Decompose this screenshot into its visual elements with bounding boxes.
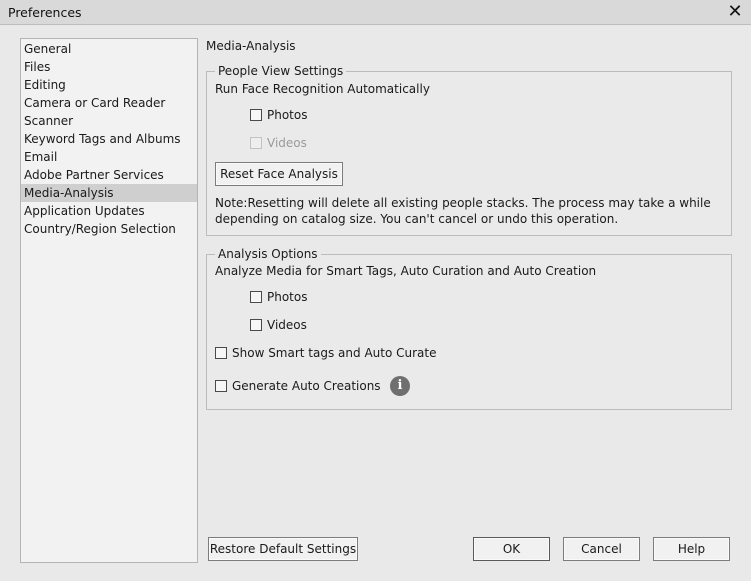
auto-creations-checkbox[interactable] xyxy=(215,380,227,392)
face-videos-checkbox xyxy=(250,137,262,149)
sidebar-item-general[interactable]: General xyxy=(21,40,197,58)
reset-note-line-2: depending on catalog size. You can't can… xyxy=(215,212,619,226)
analysis-options-legend: Analysis Options xyxy=(215,247,321,261)
face-photos-label: Photos xyxy=(267,108,308,122)
analyze-media-heading: Analyze Media for Smart Tags, Auto Curat… xyxy=(215,264,597,278)
sidebar-item-camera-or-card-reader[interactable]: Camera or Card Reader xyxy=(21,94,197,112)
reset-note-line-1: Note:Resetting will delete all existing … xyxy=(215,196,711,210)
smart-tags-label: Show Smart tags and Auto Curate xyxy=(232,346,437,360)
smart-tags-checkbox[interactable] xyxy=(215,347,227,359)
sidebar-item-files[interactable]: Files xyxy=(21,58,197,76)
sidebar-item-editing[interactable]: Editing xyxy=(21,76,197,94)
cancel-button[interactable]: Cancel xyxy=(563,537,640,561)
face-recognition-heading: Run Face Recognition Automatically xyxy=(215,82,430,96)
sidebar-item-scanner[interactable]: Scanner xyxy=(21,112,197,130)
title-bar: Preferences ✕ xyxy=(0,0,751,25)
face-videos-label: Videos xyxy=(267,136,307,150)
preferences-category-list[interactable]: General Files Editing Camera or Card Rea… xyxy=(20,38,198,563)
reset-face-analysis-button[interactable]: Reset Face Analysis xyxy=(215,162,343,186)
sidebar-item-application-updates[interactable]: Application Updates xyxy=(21,202,197,220)
window-title: Preferences xyxy=(8,5,82,20)
sidebar-item-media-analysis[interactable]: Media-Analysis xyxy=(21,184,197,202)
ok-button[interactable]: OK xyxy=(473,537,550,561)
sidebar-item-adobe-partner-services[interactable]: Adobe Partner Services xyxy=(21,166,197,184)
sidebar-item-email[interactable]: Email xyxy=(21,148,197,166)
page-title: Media-Analysis xyxy=(206,39,296,53)
help-button[interactable]: Help xyxy=(653,537,730,561)
info-icon[interactable]: i xyxy=(390,376,410,396)
analysis-videos-checkbox[interactable] xyxy=(250,319,262,331)
analysis-videos-label: Videos xyxy=(267,318,307,332)
restore-default-settings-button[interactable]: Restore Default Settings xyxy=(208,537,358,561)
sidebar-item-keyword-tags-and-albums[interactable]: Keyword Tags and Albums xyxy=(21,130,197,148)
analysis-photos-label: Photos xyxy=(267,290,308,304)
face-photos-checkbox[interactable] xyxy=(250,109,262,121)
sidebar-item-country-region-selection[interactable]: Country/Region Selection xyxy=(21,220,197,238)
close-icon[interactable]: ✕ xyxy=(725,1,745,23)
people-view-settings-legend: People View Settings xyxy=(215,64,347,78)
auto-creations-label: Generate Auto Creations xyxy=(232,379,381,393)
analysis-photos-checkbox[interactable] xyxy=(250,291,262,303)
